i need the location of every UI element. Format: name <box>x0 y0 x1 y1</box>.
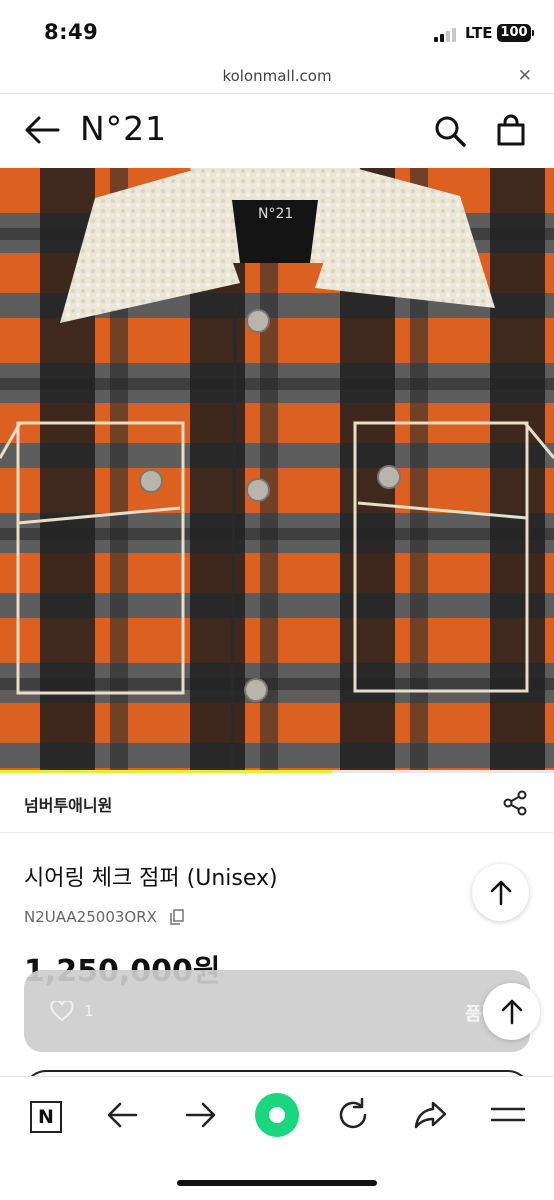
share-arrow-icon <box>414 1101 447 1129</box>
naver-home-button[interactable]: N <box>22 1095 68 1135</box>
back-arrow-icon[interactable] <box>24 115 60 145</box>
brand-row[interactable]: 넘버투애니원 <box>0 773 554 833</box>
signal-icon <box>434 26 460 42</box>
brand-name[interactable]: 넘버투애니원 <box>24 792 112 816</box>
refresh-icon <box>339 1097 367 1129</box>
green-home-button[interactable] <box>252 1093 299 1137</box>
share-page-button[interactable] <box>408 1095 454 1135</box>
status-bar: 8:49 LTE 100 <box>0 0 554 62</box>
scroll-top-button-floating[interactable] <box>483 983 540 1040</box>
arrow-up-icon <box>501 999 523 1025</box>
brand-logo[interactable]: N°21 <box>80 109 167 148</box>
arrow-up-icon <box>490 880 512 906</box>
browser-forward-button[interactable] <box>177 1095 223 1135</box>
shopping-bag-icon[interactable] <box>495 114 527 146</box>
product-title: 시어링 체크 점퍼 (Unisex) <box>24 866 278 891</box>
n-logo-icon: N <box>30 1101 62 1133</box>
product-photo: N°21 <box>0 168 554 772</box>
status-time: 8:49 <box>44 20 99 44</box>
share-icon[interactable] <box>502 790 528 816</box>
search-icon[interactable] <box>434 115 466 147</box>
scroll-top-button[interactable] <box>472 864 529 921</box>
right-arrow-icon <box>185 1102 216 1128</box>
garment-label: N°21 <box>258 206 293 222</box>
address-bar[interactable]: kolonmall.com ✕ <box>0 62 554 94</box>
network-label: LTE <box>465 24 493 42</box>
battery-icon: 100 <box>497 24 531 42</box>
left-arrow-icon <box>107 1102 138 1128</box>
heart-icon[interactable] <box>50 1001 74 1022</box>
browser-back-button[interactable] <box>100 1095 146 1135</box>
product-code: N2UAA25003ORX <box>24 908 157 926</box>
purchase-bar[interactable]: 1 품절 <box>24 970 530 1052</box>
product-image[interactable]: N°21 <box>0 168 554 772</box>
refresh-button[interactable] <box>330 1095 376 1135</box>
close-icon[interactable]: ✕ <box>518 66 532 86</box>
battery-cap <box>532 30 534 36</box>
like-count: 1 <box>84 1002 94 1020</box>
hamburger-icon <box>490 1107 526 1122</box>
site-header: N°21 <box>0 95 554 168</box>
green-dot-icon <box>255 1093 299 1137</box>
menu-button[interactable] <box>485 1095 531 1135</box>
copy-icon[interactable] <box>170 909 184 925</box>
address-url[interactable]: kolonmall.com <box>0 67 554 85</box>
home-indicator[interactable] <box>177 1180 377 1186</box>
